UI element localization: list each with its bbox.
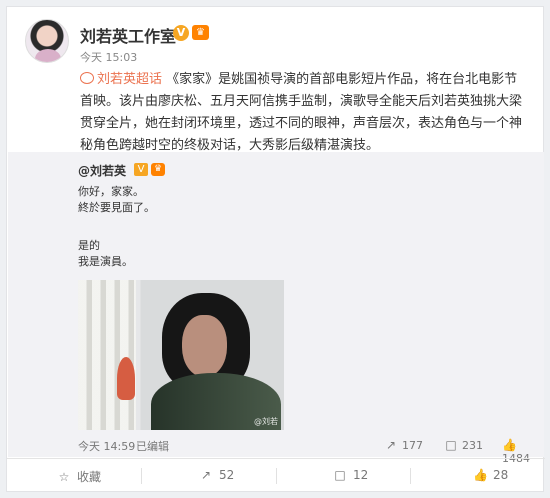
verified-badge: V <box>173 25 189 41</box>
repost-comment[interactable]: □ 231 <box>440 438 483 452</box>
repost-verified-badge: V <box>134 163 148 176</box>
thumb-up-icon: 👍 <box>502 438 517 452</box>
topic-label: 刘若英超话 <box>97 72 163 87</box>
photo-face <box>182 315 227 377</box>
repost-edited[interactable]: 已编辑 <box>136 438 169 454</box>
comment-icon: □ <box>445 438 457 452</box>
repost-line: 終於要見面了。 <box>78 201 155 214</box>
save-label: 收藏 <box>77 470 102 484</box>
post-time[interactable]: 今天 15:03 <box>80 49 137 65</box>
share-count: 52 <box>219 468 235 482</box>
repost-fan-badge-icon: ♛ <box>151 163 165 176</box>
repost-line: 你好，家家。 <box>78 185 144 198</box>
action-divider <box>410 468 411 484</box>
fan-badge-icon: ♛ <box>192 25 209 40</box>
repost-share[interactable]: ↗ 177 <box>380 438 423 452</box>
comment-button[interactable]: □ 12 <box>327 468 447 486</box>
action-divider <box>276 468 277 484</box>
repost-time[interactable]: 今天 14:59 <box>78 438 135 454</box>
post-text-line-2: 首映。该片由廖庆松、五月天阿信携手监制，演歌导全能天后刘若英独挑大梁 <box>80 94 523 109</box>
post-text-line-1: 《家家》是姚国祯导演的首部电影短片作品，将在台北电影节 <box>162 72 518 87</box>
repost-footer: 今天 14:59 已编辑 ↗ 177 □ 231 👍1484 <box>78 438 534 465</box>
repost-line: 是的 <box>78 239 100 252</box>
avatar[interactable] <box>25 19 69 63</box>
like-button[interactable]: 👍 28 <box>467 468 550 486</box>
photo-doll <box>117 357 135 400</box>
share-button[interactable]: ↗ 52 <box>193 468 313 486</box>
star-icon: ☆ <box>58 470 70 484</box>
topic-icon <box>80 72 94 84</box>
weibo-card: 刘若英工作室 V ♛ 今天 15:03 刘若英超话 《家家》是姚国祯导演的首部电… <box>6 6 545 492</box>
action-divider <box>141 468 142 484</box>
save-button[interactable]: ☆ 收藏 <box>51 468 171 486</box>
avatar-shirt <box>35 49 61 62</box>
post-text-line-4: 秘角色跨越时空的终极对话，大秀影后级精湛演技。 <box>80 138 380 153</box>
author-name[interactable]: 刘若英工作室 <box>80 23 176 47</box>
photo-curtain <box>78 280 136 430</box>
repost-author[interactable]: @刘若英 <box>78 162 126 179</box>
repost-share-count: 177 <box>402 439 423 452</box>
topic-link[interactable]: 刘若英超话 <box>80 72 162 87</box>
reposted-content: @刘若英 V ♛ 你好，家家。 終於要見面了。 是的 我是演員。 @刘若 今天 … <box>8 152 544 465</box>
post-text-line-3: 贯穿全片，她在封闭环境里，透过不同的眼神，声音层次，表达角色与一个神 <box>80 116 523 131</box>
post-actions-bar: ☆ 收藏 ↗ 52 □ 12 👍 28 <box>7 458 545 492</box>
post-content: 刘若英超话 《家家》是姚国祯导演的首部电影短片作品，将在台北电影节 首映。该片由… <box>80 69 530 157</box>
comment-count: 12 <box>353 468 369 482</box>
thumb-up-icon: 👍 <box>473 468 488 482</box>
repost-comment-count: 231 <box>462 439 483 452</box>
photo-watermark: @刘若 <box>254 417 278 426</box>
share-icon: ↗ <box>385 438 397 452</box>
comment-icon: □ <box>334 468 346 482</box>
post-photo[interactable]: @刘若 <box>78 280 284 430</box>
repost-line: 我是演員。 <box>78 255 133 268</box>
share-icon: ↗ <box>200 468 212 482</box>
like-count: 28 <box>493 468 509 482</box>
